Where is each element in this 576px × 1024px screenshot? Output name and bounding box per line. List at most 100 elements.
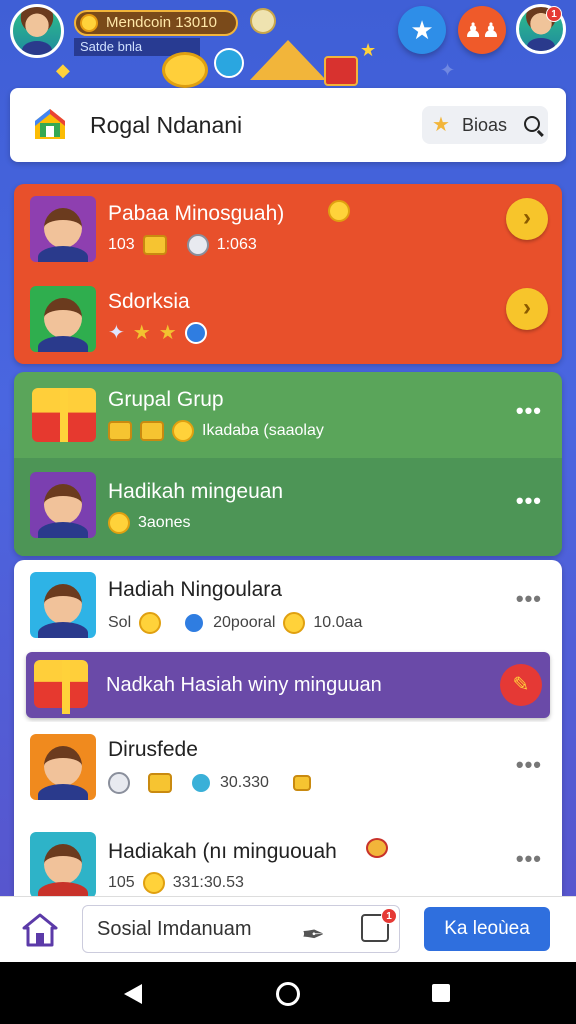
back-icon[interactable] (124, 984, 142, 1004)
star-icon: ★ (410, 14, 434, 45)
row-meta: 30.330 (108, 772, 311, 794)
top-bar: Mendcoin 13010 Satde bnla ★ ♟♟ 1 (0, 0, 576, 88)
home-icon[interactable] (22, 913, 58, 947)
player-avatar (30, 286, 96, 352)
search-button[interactable]: ★ Bioas (422, 106, 548, 144)
level-text: 103 (108, 236, 135, 253)
open-button[interactable]: › (506, 198, 548, 240)
verified-icon (184, 321, 207, 344)
player-avatar (30, 472, 96, 538)
row-meta-text: 20pooral (213, 614, 276, 631)
banner-text: Nadkah Hasiah winy minguuan (106, 674, 382, 696)
orange-card: Pabaa Minosguah) 103 1:063 › Sdorksia ✦ … (14, 184, 562, 364)
more-options-button[interactable]: ••• (516, 488, 542, 514)
row-title: Hadikah mingeuan (108, 480, 284, 503)
list-item[interactable]: Hadiah Ningoulara Sol 20pooral 10.0aa ••… (14, 560, 562, 648)
people-icon: ♟♟ (464, 19, 500, 42)
notification-badge: 1 (546, 6, 562, 22)
page-title: Rogal Ndanani (90, 112, 243, 138)
coin-icon (142, 872, 165, 894)
row-title: Sdorksia (108, 290, 190, 313)
gift-icon (34, 660, 88, 714)
row-meta: 105 331:30.53 (108, 872, 244, 894)
more-options-button[interactable]: ••• (516, 586, 542, 612)
chest-icon (108, 421, 132, 441)
row-meta-text: Ikadaba (saaolay (202, 422, 324, 439)
row-meta: 103 1:063 (108, 234, 257, 256)
coin-icon (162, 52, 208, 88)
social-field[interactable]: Sosial Imdanuam ✒ 1 (82, 905, 400, 953)
more-options-button[interactable]: ••• (516, 846, 542, 872)
list-item[interactable]: Grupal Grup Ikadaba (saaolay ••• (14, 372, 562, 458)
green-card: Grupal Grup Ikadaba (saaolay ••• Hadikah… (14, 372, 562, 556)
row-meta-text: 3aones (138, 514, 191, 531)
coin-icon (139, 612, 162, 634)
row-title: Grupal Grup (108, 388, 224, 411)
row-meta-text: 331:30.53 (172, 874, 244, 891)
feather-icon[interactable]: ✒ (302, 912, 325, 958)
list-item[interactable]: Dirusfede 30.330 ••• (14, 722, 562, 818)
gift-icon (32, 388, 96, 442)
row-meta: Ikadaba (saaolay (108, 420, 324, 442)
chest-icon (142, 235, 167, 255)
compass-icon (214, 48, 244, 78)
clock-icon (186, 234, 209, 256)
list-item[interactable]: Hadiakah (nı minguouah 105 331:30.53 ••• (14, 820, 562, 896)
row-meta-text: Sol (108, 614, 132, 631)
coin-icon (80, 14, 98, 32)
favorites-button[interactable]: ★ (398, 6, 446, 54)
pyramid-icon (250, 40, 326, 80)
profile-avatar[interactable] (10, 4, 64, 58)
reward-banner[interactable]: Nadkah Hasiah winy minguuan ✎ (26, 652, 550, 718)
recent-apps-icon[interactable] (432, 984, 450, 1002)
row-meta-text: 30.330 (220, 774, 269, 791)
star-icon: ★ (158, 322, 177, 344)
compass-icon (183, 612, 206, 634)
trophy-icon (292, 775, 311, 791)
bottom-bar: Sosial Imdanuam ✒ 1 Ka leoùea (0, 896, 576, 962)
row-title: Pabaa Minosguah) (108, 202, 285, 225)
chest-icon (140, 421, 164, 441)
player-avatar (30, 832, 96, 896)
coin-icon (283, 612, 306, 634)
row-title: Hadiakah (nı minguouah (108, 840, 337, 863)
gem-icon (190, 772, 212, 794)
player-avatar (30, 196, 96, 262)
sword-icon (250, 8, 276, 34)
row-meta: 3aones (108, 512, 191, 534)
coin-stack-icon (328, 200, 350, 222)
star-icon: ✦ (108, 322, 125, 344)
row-title: Hadiah Ningoulara (108, 578, 282, 601)
clock-icon (108, 772, 130, 794)
coin-balance[interactable]: Mendcoin 13010 (74, 10, 238, 36)
open-button[interactable]: › (506, 288, 548, 330)
more-options-button[interactable]: ••• (516, 398, 542, 424)
social-field-text: Sosial Imdanuam (97, 918, 252, 940)
list-item[interactable]: Pabaa Minosguah) 103 1:063 › (14, 184, 562, 274)
time-text: 1:063 (216, 236, 257, 253)
primary-action-button[interactable]: Ka leoùea (424, 907, 550, 951)
more-options-button[interactable]: ••• (516, 752, 542, 778)
treasure-icon (324, 56, 358, 86)
coin-icon (172, 420, 194, 442)
header-card: Rogal Ndanani ★ Bioas (10, 88, 566, 162)
home-circle-icon[interactable] (276, 982, 300, 1006)
edit-icon: ✎ (512, 674, 530, 696)
star-icon: ★ (132, 322, 151, 344)
player-avatar (30, 734, 96, 800)
player-avatar (30, 572, 96, 638)
coin-icon (108, 512, 130, 534)
row-title: Dirusfede (108, 738, 198, 761)
list-item[interactable]: Sdorksia ✦ ★ ★ › (14, 274, 562, 364)
home-logo-icon (35, 109, 65, 139)
star-icon: ★ (432, 114, 450, 136)
search-icon (524, 116, 540, 132)
claim-button[interactable]: ✎ (500, 664, 542, 706)
row-meta-text: 105 (108, 874, 135, 891)
friends-button[interactable]: ♟♟ (458, 6, 506, 54)
row-meta: ✦ ★ ★ (108, 320, 207, 345)
row-meta: Sol 20pooral 10.0aa (108, 612, 362, 634)
reward-icon (366, 838, 388, 858)
list-item[interactable]: Hadikah mingeuan 3aones ••• (14, 458, 562, 556)
row-meta-text: 10.0aa (313, 614, 363, 631)
